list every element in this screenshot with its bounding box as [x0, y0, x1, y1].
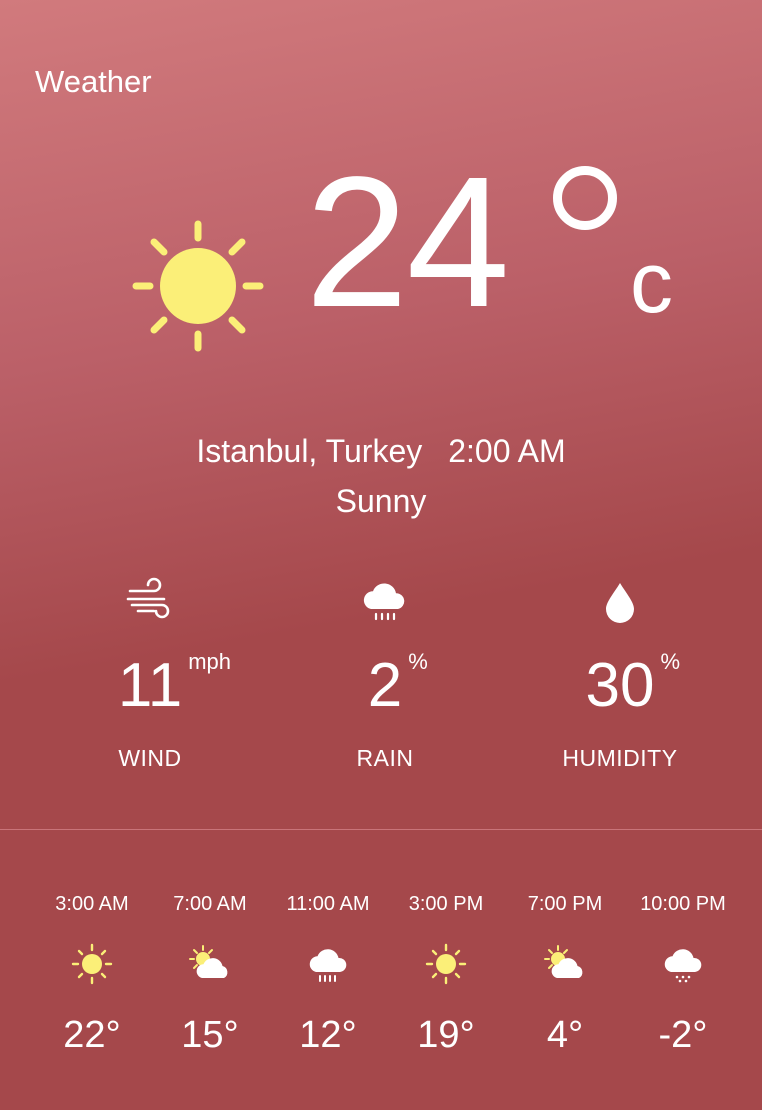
- forecast-temp: 4°: [546, 1014, 584, 1056]
- forecast-time: 10:00 PM: [640, 893, 726, 915]
- forecast-temp: 12°: [299, 1014, 357, 1056]
- rain-cloud-icon: [363, 583, 405, 621]
- partly-cloudy-icon: [189, 945, 228, 978]
- divider: [0, 829, 762, 830]
- rain-label: RAIN: [356, 745, 414, 771]
- forecast-item: 10:00 PM -2°: [624, 893, 742, 1057]
- wind-label: WIND: [118, 745, 182, 771]
- wind-value: 11 mph: [117, 649, 231, 720]
- humidity-unit: %: [660, 649, 681, 674]
- wind-icon: [126, 577, 170, 619]
- location-line: Istanbul, Turkey 2:00 AM: [0, 433, 762, 470]
- forecast-time: 3:00 PM: [408, 893, 484, 915]
- rain-cloud-icon: [309, 949, 347, 982]
- sun-icon: [71, 943, 113, 985]
- local-time: 2:00 AM: [448, 433, 566, 469]
- humidity-value: 30%: [585, 649, 681, 720]
- wind-unit: mph: [188, 649, 231, 674]
- current-temperature: 24: [305, 139, 510, 346]
- forecast-time: 7:00 PM: [527, 893, 603, 915]
- partly-cloudy-icon: [544, 945, 583, 978]
- forecast-time: 3:00 AM: [55, 893, 129, 915]
- rain-unit: %: [408, 649, 428, 674]
- forecast-item: 3:00 AM 22°: [33, 893, 151, 1057]
- forecast-temp: 22°: [63, 1014, 121, 1056]
- humidity-label: HUMIDITY: [562, 745, 678, 771]
- forecast-time: 11:00 AM: [286, 893, 370, 915]
- snow-cloud-icon: [664, 949, 702, 983]
- wind-stat: 11 mph WIND: [30, 575, 270, 772]
- rain-value: 2%: [367, 649, 428, 720]
- forecast-temp: 15°: [181, 1014, 239, 1056]
- forecast-time: 7:00 AM: [173, 893, 247, 915]
- temperature-unit: c: [630, 235, 673, 331]
- droplet-icon: [606, 583, 634, 623]
- forecast-temp: -2°: [658, 1014, 708, 1056]
- forecast-temp: 19°: [417, 1014, 475, 1056]
- humidity-stat: 30% HUMIDITY: [500, 575, 740, 772]
- forecast-item: 3:00 PM 19°: [387, 893, 505, 1057]
- rain-stat: 2% RAIN: [265, 575, 505, 772]
- sun-icon: [132, 220, 264, 352]
- weather-card: Weather 24 c Istanbul, Turkey 2:00 AM Sun…: [0, 0, 762, 1110]
- app-title: Weather: [35, 64, 152, 99]
- degree-symbol: [553, 166, 617, 230]
- weather-condition: Sunny: [335, 483, 427, 519]
- forecast-item: 7:00 PM 4°: [506, 893, 624, 1057]
- location: Istanbul, Turkey: [196, 433, 423, 469]
- forecast-item: 11:00 AM 12°: [269, 893, 387, 1057]
- forecast-item: 7:00 AM 15°: [151, 893, 269, 1057]
- sun-icon: [425, 943, 467, 985]
